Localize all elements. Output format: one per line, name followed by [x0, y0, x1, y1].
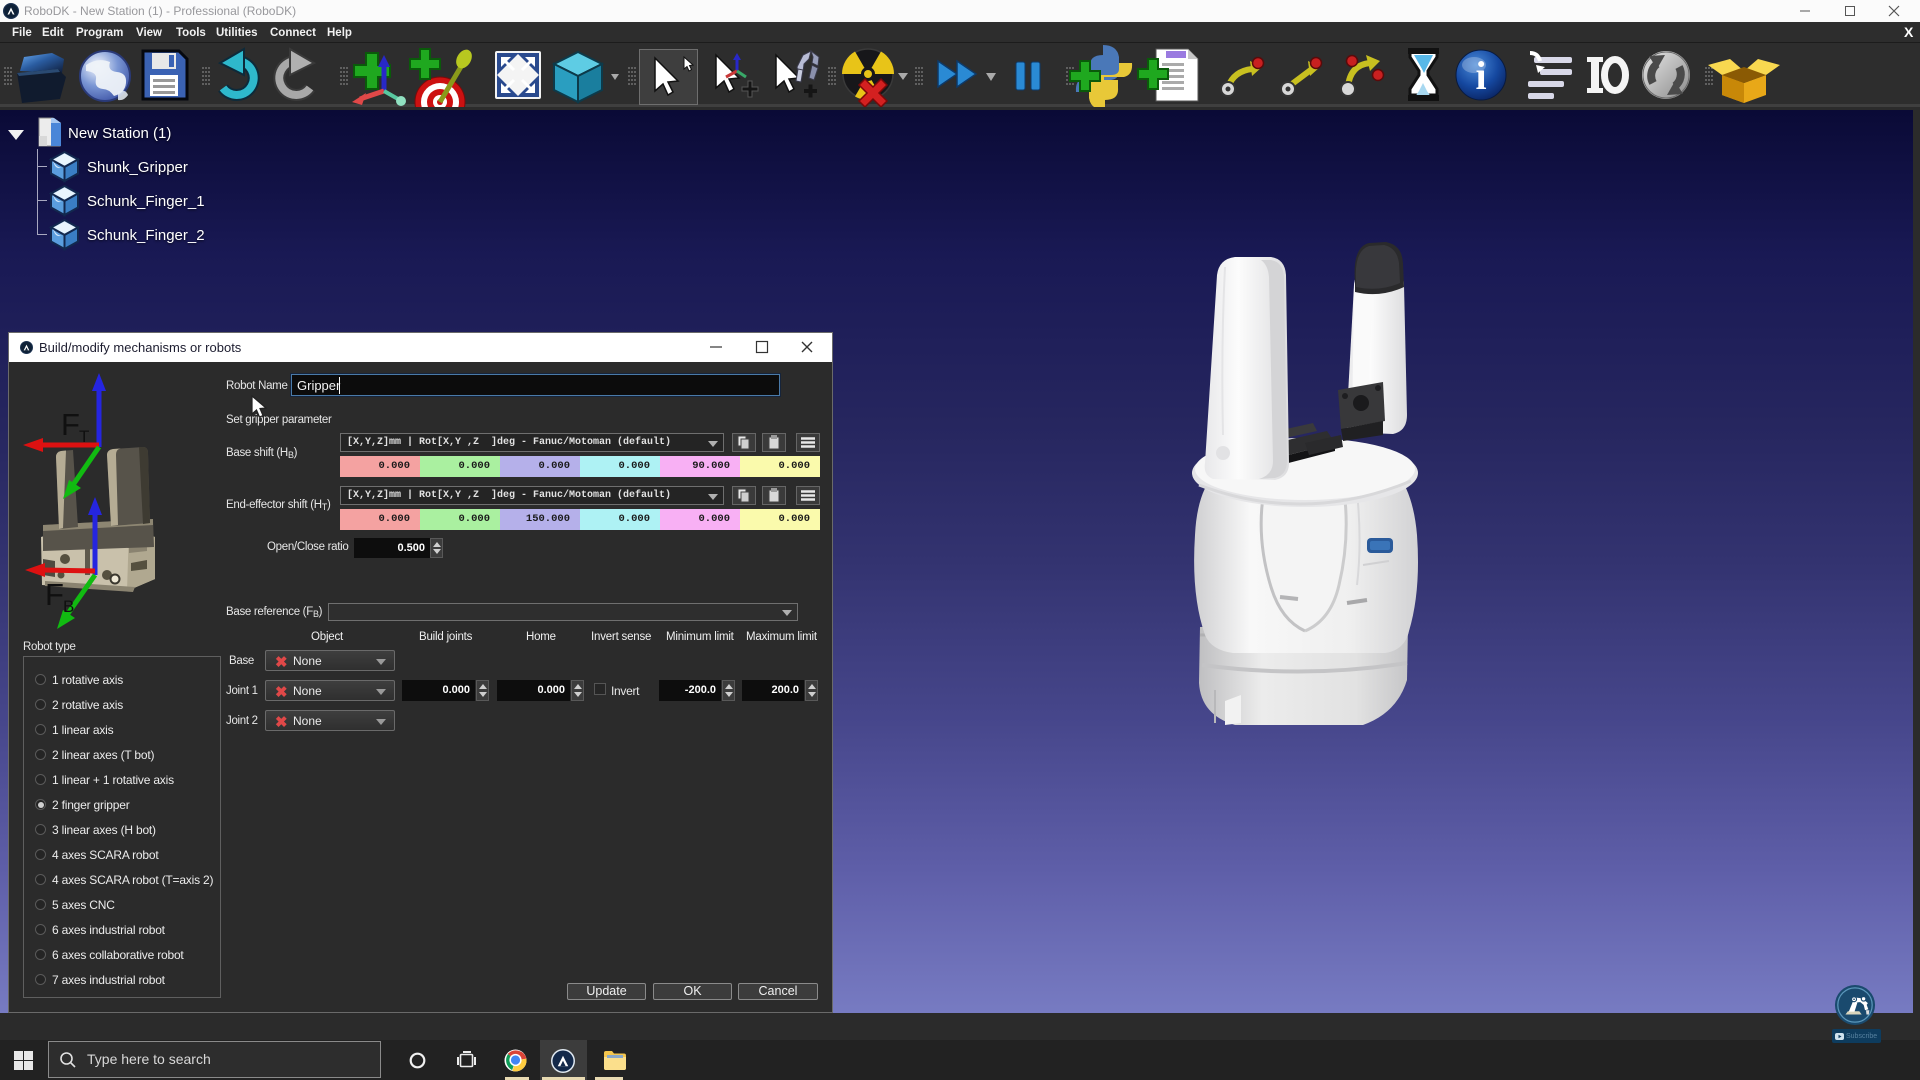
svg-text:B: B: [63, 597, 74, 616]
svg-text:T: T: [79, 427, 89, 446]
svg-text:F: F: [61, 407, 80, 442]
svg-text:i: i: [1475, 53, 1486, 98]
svg-text:F: F: [45, 577, 64, 612]
